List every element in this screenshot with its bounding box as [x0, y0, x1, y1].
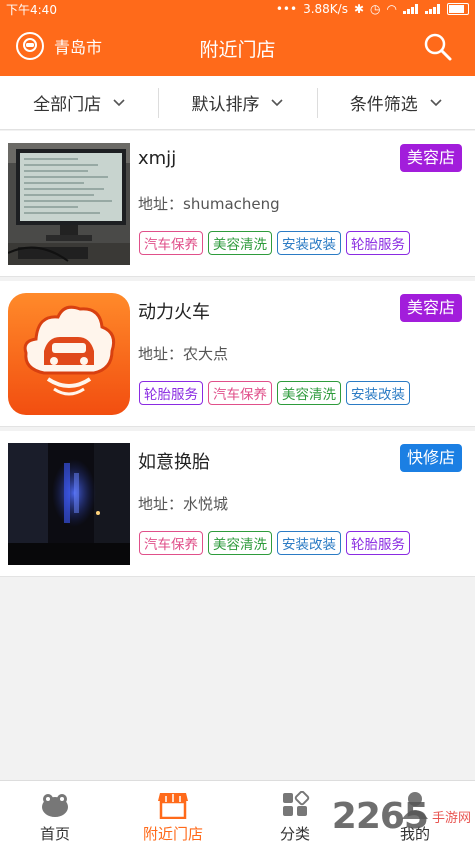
store-name: xmjj: [138, 148, 177, 169]
store-photo-night: [8, 443, 130, 565]
chevron-down-icon: [271, 98, 284, 106]
status-bar: 下午4:40 ••• 3.88K/s ✱ ◷ ◠: [0, 0, 475, 18]
store-list: xmjj 美容店 地址：shumacheng 汽车保养 美容清洗 安装改装 轮胎…: [0, 131, 475, 581]
category-badge: 美容店: [399, 294, 462, 322]
service-tag: 汽车保养: [139, 531, 203, 555]
category-icon: [283, 791, 310, 816]
store-photo-computer: [8, 143, 130, 265]
watermark-text: 手游网: [431, 811, 471, 826]
filter-label: 全部门店: [33, 95, 102, 115]
page-title: 附近门店: [199, 39, 276, 61]
tab-nearby-stores[interactable]: 附近门店: [118, 781, 228, 849]
tab-label: 附近门店: [142, 825, 203, 843]
home-icon: [42, 794, 68, 817]
network-speed: 3.88K/s: [303, 2, 348, 16]
store-logo-car: [8, 293, 130, 415]
chevron-down-icon: [430, 98, 442, 106]
filter-all-stores[interactable]: 全部门店: [0, 76, 158, 129]
service-tag: 安装改装: [277, 231, 341, 255]
filter-label: 默认排序: [191, 95, 260, 115]
service-tags: 汽车保养 美容清洗 安装改装 轮胎服务: [139, 531, 410, 555]
store-address: 地址：水悦城: [138, 495, 229, 513]
store-name: 动力火车: [138, 302, 210, 323]
service-tags: 汽车保养 美容清洗 安装改装 轮胎服务: [139, 231, 410, 255]
tab-label: 首页: [39, 825, 70, 843]
app-header: 青岛市 附近门店: [0, 18, 475, 76]
service-tag: 安装改装: [277, 531, 341, 555]
signal-icon: [403, 4, 419, 14]
search-icon[interactable]: [423, 32, 453, 62]
store-card[interactable]: xmjj 美容店 地址：shumacheng 汽车保养 美容清洗 安装改装 轮胎…: [0, 131, 475, 277]
service-tag: 汽车保养: [139, 231, 203, 255]
service-tag: 汽车保养: [208, 381, 272, 405]
watermark-number: 2265: [331, 796, 429, 837]
bluetooth-icon: ✱: [353, 2, 365, 16]
alarm-icon: ◷: [370, 2, 381, 16]
store-card[interactable]: 动力火车 美容店 地址：农大点 轮胎服务 汽车保养 美容清洗 安装改装: [0, 281, 475, 427]
tab-home[interactable]: 首页: [0, 781, 110, 849]
watermark-logo: 2265 手游网: [332, 796, 471, 837]
category-badge: 快修店: [399, 444, 462, 472]
store-name: 如意换胎: [138, 452, 210, 473]
service-tag: 美容清洗: [277, 381, 341, 405]
more-dots-icon: •••: [275, 2, 298, 16]
category-badge: 美容店: [399, 144, 462, 172]
filter-conditions[interactable]: 条件筛选: [316, 76, 475, 129]
filter-sort[interactable]: 默认排序: [158, 76, 316, 129]
store-address: 地址：农大点: [138, 345, 229, 363]
service-tags: 轮胎服务 汽车保养 美容清洗 安装改装: [139, 381, 410, 405]
wifi-icon: ◠: [386, 2, 397, 16]
service-tag: 美容清洗: [208, 531, 272, 555]
store-card[interactable]: 如意换胎 快修店 地址：水悦城 汽车保养 美容清洗 安装改装 轮胎服务: [0, 431, 475, 577]
service-tag: 轮胎服务: [346, 531, 410, 555]
signal-icon-2: [425, 4, 441, 14]
service-tag: 美容清洗: [208, 231, 272, 255]
service-tag: 安装改装: [346, 381, 410, 405]
filter-label: 条件筛选: [349, 95, 418, 115]
status-time: 下午4:40: [6, 2, 57, 17]
service-tag: 轮胎服务: [139, 381, 203, 405]
filter-bar: 全部门店 默认排序 条件筛选: [0, 76, 475, 130]
chevron-down-icon: [113, 98, 125, 106]
store-icon: [158, 793, 188, 819]
battery-icon: [447, 3, 469, 15]
service-tag: 轮胎服务: [346, 231, 410, 255]
store-address: 地址：shumacheng: [138, 195, 280, 213]
